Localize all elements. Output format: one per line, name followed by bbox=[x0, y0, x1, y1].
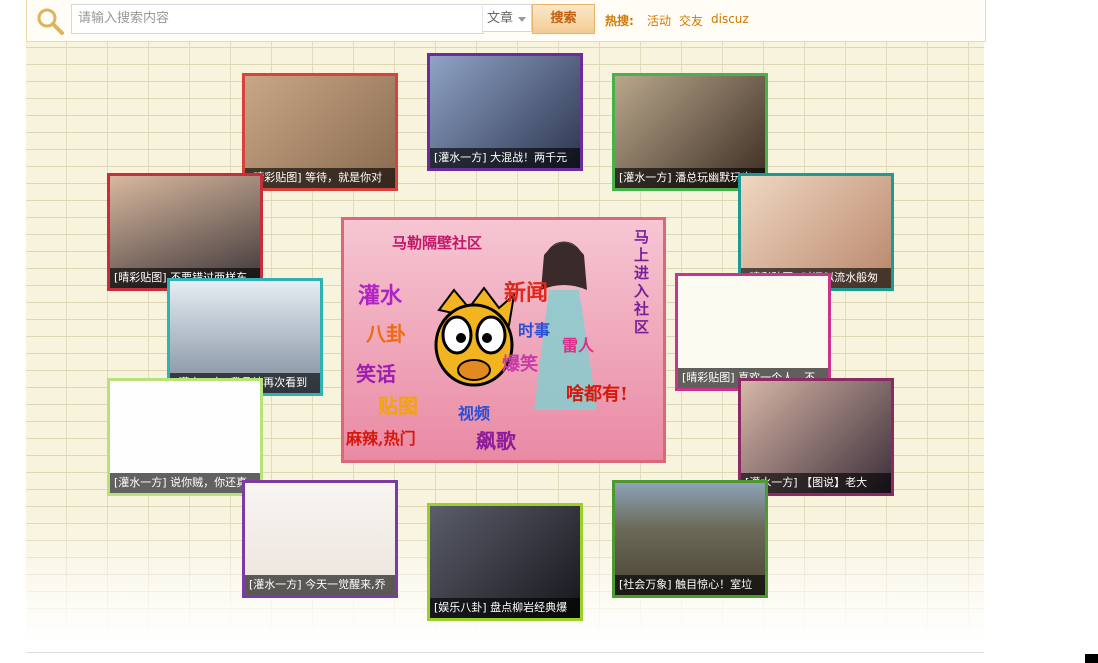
banner-word: 贴图 bbox=[378, 394, 418, 418]
post-caption: [灌水一方] 说你贼，你还真 bbox=[110, 473, 260, 493]
post-tile[interactable]: [娱乐八卦] 盘点柳岩经典爆 bbox=[427, 503, 583, 621]
banner-word: 雷人 bbox=[562, 336, 595, 355]
chevron-down-icon bbox=[518, 17, 526, 22]
search-type-value: 文章 bbox=[487, 11, 514, 26]
banner-word: 马上进入社区 bbox=[634, 228, 650, 336]
post-caption: [社会万象] 触目惊心！室垃 bbox=[615, 575, 765, 595]
banner-word: 灌水 bbox=[358, 283, 403, 309]
banner-word: 飙歌 bbox=[476, 429, 516, 453]
banner-word: 八卦 bbox=[366, 322, 406, 346]
banner-word: 视频 bbox=[458, 404, 491, 423]
post-caption: [灌水一方] 今天一觉醒来,乔 bbox=[245, 575, 395, 595]
post-tile[interactable]: [灌水一方] 今天一觉醒来,乔 bbox=[242, 480, 398, 598]
post-tile[interactable]: [灌水一方] 说你贼，你还真 bbox=[107, 378, 263, 496]
post-tile[interactable]: [灌水一方] 【图说】老大 bbox=[738, 378, 894, 496]
banner-title: 马勒隔壁社区 bbox=[392, 234, 483, 252]
hot-link-discuz[interactable]: discuz bbox=[711, 12, 749, 26]
banner-word: 麻辣,热门 bbox=[346, 429, 416, 448]
banner-word: 爆笑 bbox=[502, 354, 538, 375]
hot-link-friends[interactable]: 交友 bbox=[679, 12, 703, 29]
banner-word: 笑话 bbox=[356, 362, 396, 386]
post-tile[interactable]: [晴彩贴图] 等待，就是你对 bbox=[242, 73, 398, 191]
post-caption: [晴彩贴图] 等待，就是你对 bbox=[245, 168, 395, 188]
post-tile[interactable]: [灌水一方] 大混战！两千元 bbox=[427, 53, 583, 171]
post-tile[interactable]: [晴彩贴图] 不要错过两样东 bbox=[107, 173, 263, 291]
banner-word: 时事 bbox=[518, 321, 551, 340]
divider bbox=[26, 652, 984, 653]
search-bar: 请输入搜索内容 文章 搜索 热搜: 活动 交友 discuz bbox=[26, 0, 986, 42]
post-tile[interactable]: [社会万象] 触目惊心！室垃 bbox=[612, 480, 768, 598]
search-input[interactable]: 请输入搜索内容 bbox=[78, 5, 468, 33]
banner-word: 啥都有! bbox=[566, 384, 628, 405]
search-button[interactable]: 搜索 bbox=[532, 4, 595, 34]
search-type-select[interactable]: 文章 bbox=[482, 4, 532, 32]
search-field[interactable]: 请输入搜索内容 bbox=[71, 4, 484, 34]
search-icon bbox=[37, 8, 64, 35]
banner-word: 新闻 bbox=[504, 280, 549, 306]
community-banner[interactable]: 马勒隔壁社区 灌水 新闻 八卦 时事 笑话 爆笑 雷人 贴图 视频 麻辣,热门 … bbox=[341, 217, 666, 463]
hot-link-activity[interactable]: 活动 bbox=[647, 12, 671, 29]
hot-search-label: 热搜: bbox=[605, 14, 634, 28]
post-tile[interactable]: [晴彩贴图] 喜欢一个人，不 bbox=[675, 273, 831, 391]
corner-block bbox=[1085, 654, 1098, 663]
post-caption: [灌水一方] 大混战！两千元 bbox=[430, 148, 580, 168]
post-caption: [娱乐八卦] 盘点柳岩经典爆 bbox=[430, 598, 580, 618]
